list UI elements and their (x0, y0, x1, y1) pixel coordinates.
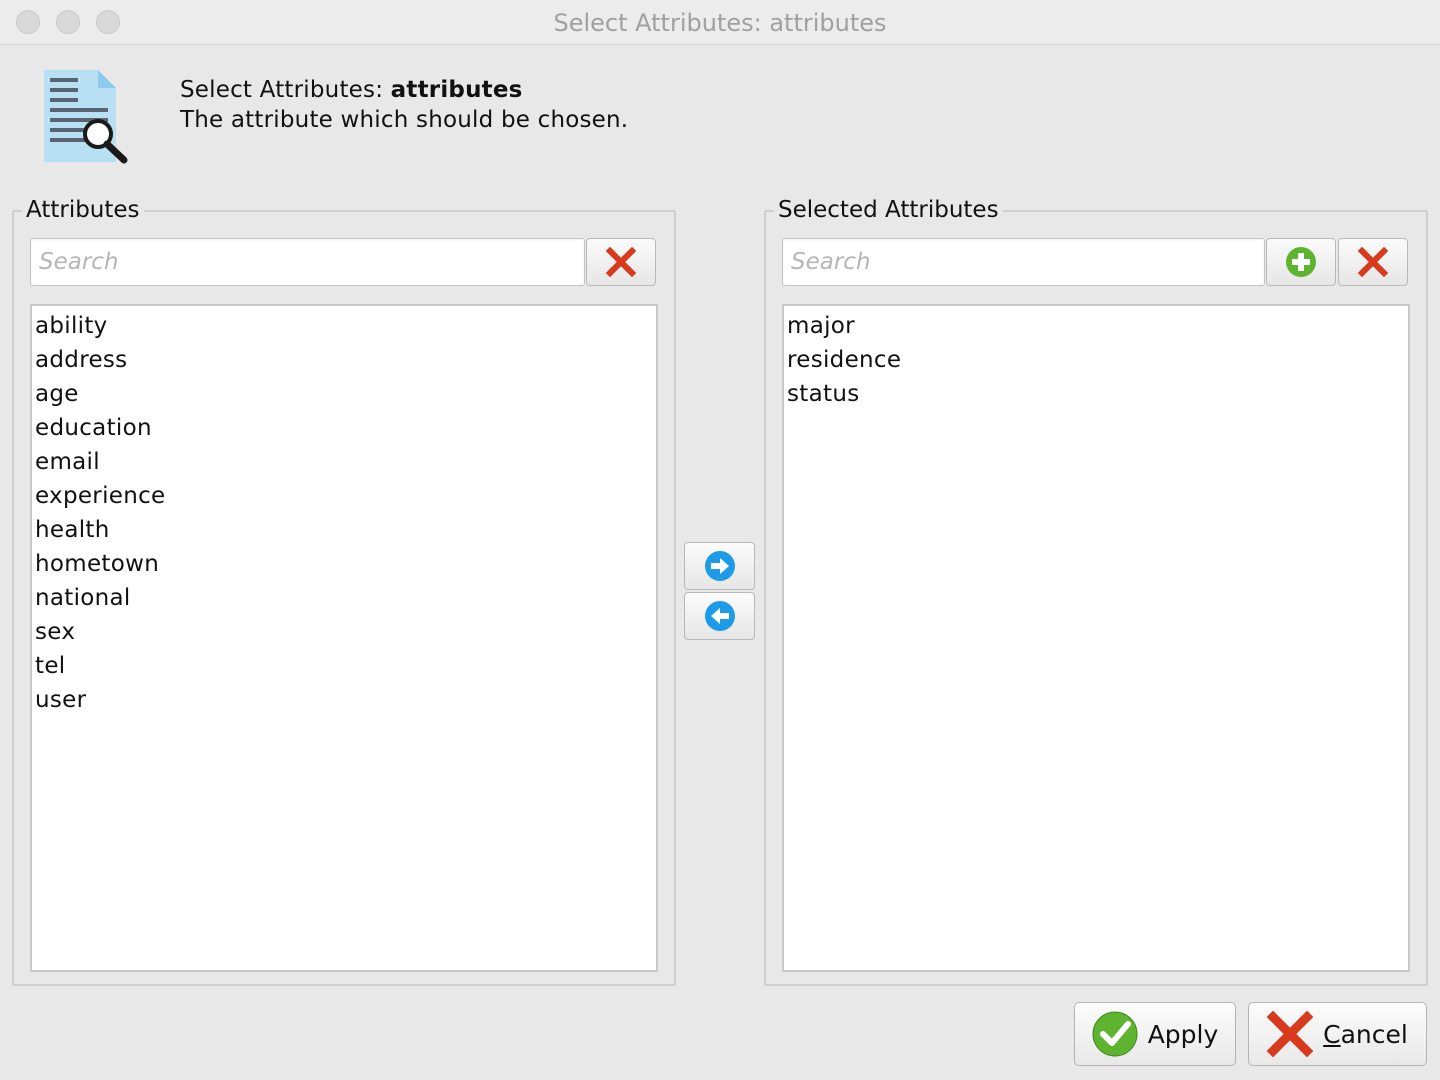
arrow-left-icon (704, 601, 735, 631)
list-item[interactable]: major (784, 309, 1408, 343)
list-item[interactable]: status (784, 377, 1408, 411)
list-item[interactable]: experience (32, 479, 656, 513)
list-item[interactable]: residence (784, 343, 1408, 377)
selected-attributes-search-input[interactable] (782, 238, 1265, 286)
move-right-button[interactable] (684, 542, 755, 590)
list-item[interactable]: tel (32, 649, 656, 683)
list-item[interactable]: national (32, 581, 656, 615)
title-bar: Select Attributes: attributes (0, 0, 1440, 45)
apply-label: Apply (1147, 1019, 1219, 1049)
list-item[interactable]: user (32, 683, 656, 717)
header-title-bold: attributes (390, 77, 523, 103)
cancel-mnemonic: C (1323, 1019, 1341, 1049)
header-title: Select Attributes: attributes (180, 77, 523, 103)
selected-attributes-add-button[interactable] (1266, 238, 1336, 286)
attributes-clear-search-button[interactable] (586, 238, 656, 286)
red-x-icon (606, 247, 636, 277)
arrow-right-icon (704, 551, 735, 581)
cancel-button[interactable]: Cancel (1248, 1002, 1427, 1066)
list-item[interactable]: health (32, 513, 656, 547)
red-x-icon (1358, 247, 1388, 277)
list-item[interactable]: education (32, 411, 656, 445)
attributes-legend: Attributes (22, 197, 144, 223)
apply-button[interactable]: Apply (1074, 1002, 1236, 1066)
checkmark-icon (1092, 1011, 1138, 1057)
cancel-label: Cancel (1323, 1020, 1408, 1049)
selected-attributes-clear-button[interactable] (1338, 238, 1408, 286)
cancel-x-icon (1267, 1011, 1314, 1057)
document-search-icon (40, 68, 132, 166)
list-item[interactable]: ability (32, 309, 656, 343)
list-item[interactable]: address (32, 343, 656, 377)
attributes-list[interactable]: ability address age education email experienc… (30, 304, 658, 972)
selected-attributes-legend: Selected Attributes (774, 197, 1003, 223)
list-item[interactable]: age (32, 377, 656, 411)
cancel-rest: ancel (1340, 1019, 1408, 1049)
green-plus-icon (1286, 247, 1316, 277)
list-item[interactable]: sex (32, 615, 656, 649)
window-title: Select Attributes: attributes (553, 9, 887, 37)
list-item[interactable]: hometown (32, 547, 656, 581)
list-item[interactable]: email (32, 445, 656, 479)
selected-attributes-list[interactable]: major residence status (782, 304, 1410, 972)
attributes-search-input[interactable] (30, 238, 585, 286)
header-description: The attribute which should be chosen. (180, 107, 629, 133)
move-left-button[interactable] (684, 592, 755, 640)
header-title-prefix: Select Attributes: (180, 77, 384, 103)
